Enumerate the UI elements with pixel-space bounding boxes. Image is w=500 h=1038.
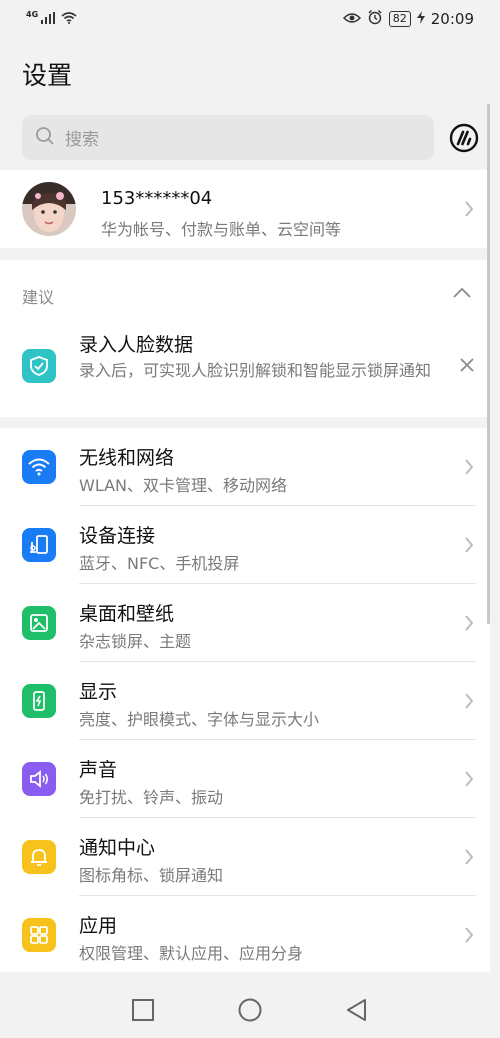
hivoice-button[interactable] xyxy=(447,121,480,154)
navigation-bar xyxy=(0,978,500,1038)
network-type: 4G xyxy=(26,10,39,19)
search-row: 搜索 xyxy=(22,115,480,160)
search-input[interactable]: 搜索 xyxy=(22,115,434,160)
settings-item-subtitle: 免打扰、铃声、振动 xyxy=(79,788,224,807)
home-circle-icon[interactable] xyxy=(238,998,262,1022)
speaker-icon xyxy=(22,762,56,796)
search-icon xyxy=(35,126,55,150)
suggestion-title[interactable]: 录入人脸数据 xyxy=(79,330,193,357)
settings-item-title: 通知中心 xyxy=(79,837,156,859)
avatar xyxy=(22,182,76,236)
wifi-icon xyxy=(22,450,56,484)
scrollbar[interactable] xyxy=(487,104,490,624)
settings-item-subtitle: 蓝牙、NFC、手机投屏 xyxy=(79,554,240,573)
settings-item-device-connection[interactable]: 设备连接 蓝牙、NFC、手机投屏 xyxy=(0,506,490,584)
wallpaper-icon xyxy=(22,606,56,640)
chevron-right-icon xyxy=(465,693,474,709)
hivoice-icon xyxy=(449,123,478,152)
chevron-right-icon xyxy=(465,771,474,787)
settings-item-title: 应用 xyxy=(79,915,118,937)
shield-check-icon xyxy=(22,349,56,383)
settings-item-subtitle: 权限管理、默认应用、应用分身 xyxy=(79,944,304,963)
settings-item-sound[interactable]: 声音 免打扰、铃声、振动 xyxy=(0,740,490,818)
recents-square-icon[interactable] xyxy=(131,998,155,1022)
settings-item-wireless-network[interactable]: 无线和网络 WLAN、双卡管理、移动网络 xyxy=(0,428,490,506)
chevron-right-icon xyxy=(465,615,474,631)
back-triangle-icon[interactable] xyxy=(345,998,369,1022)
alarm-icon xyxy=(367,9,383,29)
account-subtitle: 华为帐号、付款与账单、云空间等 xyxy=(101,220,342,239)
suggestion-description: 录入后，可实现人脸识别解锁和智能显示锁屏通知 xyxy=(79,361,432,380)
close-icon[interactable] xyxy=(458,356,476,378)
settings-list: 无线和网络 WLAN、双卡管理、移动网络 设备连接 蓝牙、NFC、手机投屏 桌面… xyxy=(0,428,490,972)
device-connect-icon xyxy=(22,528,56,562)
account-card[interactable]: 153******04 华为帐号、付款与账单、云空间等 xyxy=(0,170,490,248)
chevron-right-icon xyxy=(465,849,474,865)
settings-item-desktop-wallpaper[interactable]: 桌面和壁纸 杂志锁屏、主题 xyxy=(0,584,490,662)
settings-item-subtitle: WLAN、双卡管理、移动网络 xyxy=(79,476,288,495)
settings-item-title: 设备连接 xyxy=(79,525,156,547)
settings-item-subtitle: 图标角标、锁屏通知 xyxy=(79,866,224,885)
settings-item-notification-center[interactable]: 通知中心 图标角标、锁屏通知 xyxy=(0,818,490,896)
settings-item-display[interactable]: 显示 亮度、护眼模式、字体与显示大小 xyxy=(0,662,490,740)
clock-time: 20:09 xyxy=(430,10,474,28)
charging-icon xyxy=(416,10,425,28)
bell-icon xyxy=(22,840,56,874)
battery-level: 82 xyxy=(388,11,411,27)
suggestion-section-title: 建议 xyxy=(22,288,55,307)
settings-item-title: 声音 xyxy=(79,759,118,781)
eye-comfort-icon xyxy=(342,10,361,28)
suggestion-card: 建议 录入人脸数据 录入后，可实现人脸识别解锁和智能显示锁屏通知 xyxy=(0,260,490,417)
settings-item-subtitle: 杂志锁屏、主题 xyxy=(79,632,192,651)
settings-item-title: 无线和网络 xyxy=(79,447,175,469)
chevron-right-icon xyxy=(465,537,474,553)
chevron-right-icon xyxy=(465,201,474,217)
chevron-right-icon xyxy=(465,927,474,943)
wifi-status-icon xyxy=(61,10,77,28)
settings-item-subtitle: 亮度、护眼模式、字体与显示大小 xyxy=(79,710,320,729)
signal-icon xyxy=(41,10,56,28)
chevron-right-icon xyxy=(465,459,474,475)
settings-item-title: 显示 xyxy=(79,681,118,703)
search-placeholder: 搜索 xyxy=(65,130,99,150)
page-title: 设置 xyxy=(22,61,73,90)
status-bar: 4G 82 20:09 xyxy=(0,0,500,38)
account-name: 153******04 xyxy=(101,188,213,209)
display-icon xyxy=(22,684,56,718)
settings-item-apps[interactable]: 应用 权限管理、默认应用、应用分身 xyxy=(0,896,490,974)
settings-item-title: 桌面和壁纸 xyxy=(79,603,175,625)
apps-grid-icon xyxy=(22,918,56,952)
chevron-up-icon[interactable] xyxy=(452,284,472,303)
